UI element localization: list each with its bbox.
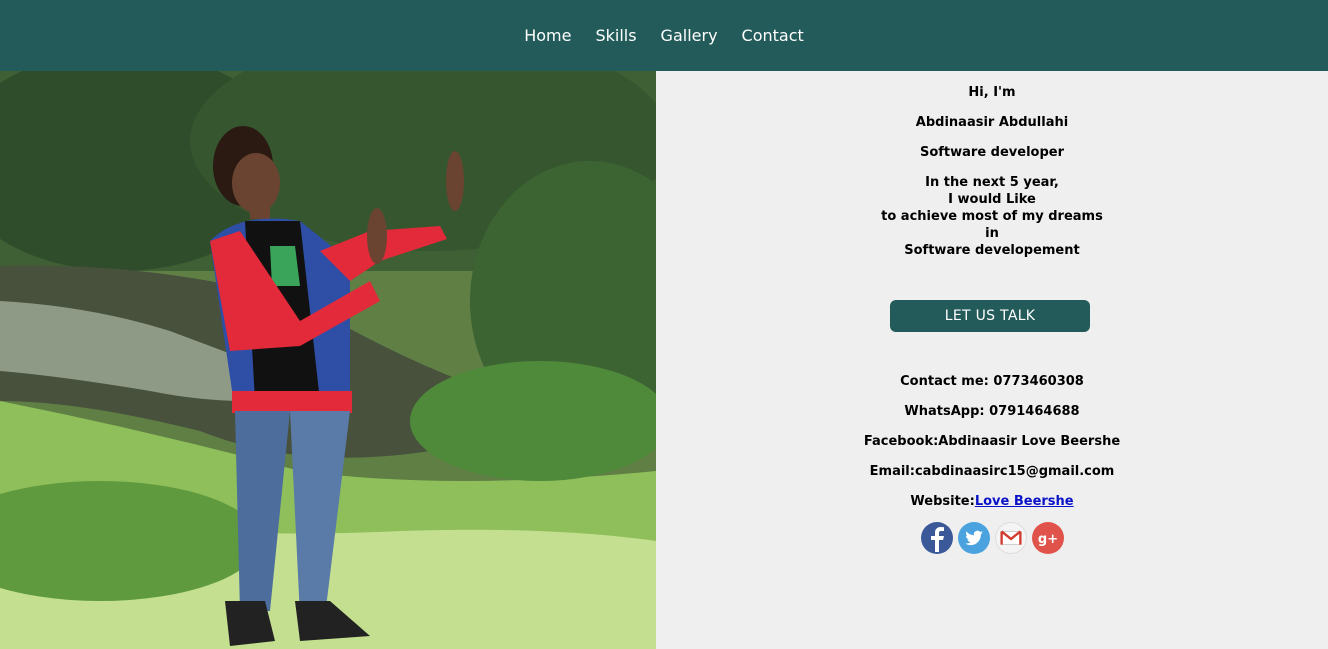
goal-line-4: in bbox=[985, 226, 999, 241]
goal-line-5: Software developement bbox=[904, 243, 1080, 258]
website-prefix: Website: bbox=[910, 494, 975, 509]
name-text: Abdinaasir Abdullahi bbox=[915, 115, 1069, 130]
goal-line-3: to achieve most of my dreams bbox=[881, 209, 1103, 224]
nav-skills[interactable]: Skills bbox=[595, 26, 636, 45]
twitter-icon[interactable] bbox=[957, 522, 990, 554]
nav-contact[interactable]: Contact bbox=[742, 26, 804, 45]
svg-text:g+: g+ bbox=[1037, 532, 1057, 547]
website-link[interactable]: Love Beershe bbox=[975, 494, 1074, 509]
contact-facebook: Facebook:Abdinaasir Love Beershe bbox=[863, 434, 1121, 449]
goal-line-1: In the next 5 year, bbox=[925, 175, 1059, 190]
contact-phone: Contact me: 0773460308 bbox=[900, 374, 1084, 389]
contact-website: Website:Love Beershe bbox=[656, 493, 1328, 510]
contact-whatsapp: WhatsApp: 0791464688 bbox=[904, 404, 1080, 419]
google-plus-icon[interactable]: g+ bbox=[1031, 522, 1064, 554]
top-navbar: Home Skills Gallery Contact bbox=[0, 0, 1328, 71]
profile-photo bbox=[0, 71, 656, 649]
role-text: Software developer bbox=[919, 145, 1065, 160]
social-icons: g+ bbox=[656, 522, 1328, 554]
intro-panel: Hi, I'm Abdinaasir Abdullahi Software de… bbox=[656, 71, 1328, 649]
let-us-talk-button[interactable]: LET US TALK bbox=[890, 300, 1090, 332]
gmail-icon[interactable] bbox=[994, 522, 1027, 554]
contact-email: Email:cabdinaasirc15@gmail.com bbox=[869, 464, 1115, 479]
nav-gallery[interactable]: Gallery bbox=[661, 26, 718, 45]
goal-line-2: I would Like bbox=[948, 192, 1036, 207]
nav-home[interactable]: Home bbox=[524, 26, 571, 45]
greeting-text: Hi, I'm bbox=[968, 85, 1016, 100]
facebook-icon[interactable] bbox=[920, 522, 953, 554]
